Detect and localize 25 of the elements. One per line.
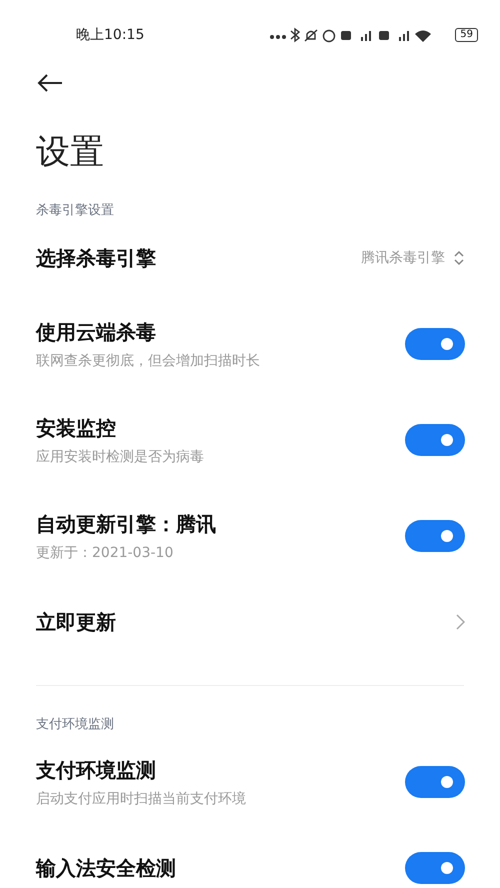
setting-description: 联网查杀更彻底，但会增加扫描时长 xyxy=(36,352,260,370)
toggle-switch[interactable] xyxy=(405,766,465,798)
section-label: 杀毒引擎设置 xyxy=(36,202,115,220)
setting-title: 安装监控 xyxy=(36,414,117,442)
setting-title: 使用云端杀毒 xyxy=(36,318,157,346)
toggle-switch[interactable] xyxy=(405,852,465,884)
setting-title: 输入法安全检测 xyxy=(36,854,176,882)
engine-dropdown[interactable]: 腾讯杀毒引擎 xyxy=(361,249,445,267)
page-title: 设置 xyxy=(36,132,105,172)
toggle-switch[interactable] xyxy=(405,424,465,456)
up-down-chevron-icon[interactable] xyxy=(453,250,465,266)
setting-description: 更新于：2021-03-10 xyxy=(36,544,174,562)
battery-level: 59 xyxy=(455,28,478,42)
toggle-switch[interactable] xyxy=(405,328,465,360)
chevron-right-icon[interactable] xyxy=(456,614,465,630)
back-arrow-icon[interactable] xyxy=(37,74,63,92)
setting-title: 立即更新 xyxy=(36,608,116,636)
setting-title: 支付环境监测 xyxy=(36,756,157,784)
setting-title: 选择杀毒引擎 xyxy=(36,244,156,272)
status-time: 晚上10:15 xyxy=(76,26,144,44)
section-label: 支付环境监测 xyxy=(36,716,115,734)
setting-description: 应用安装时检测是否为病毒 xyxy=(36,448,204,466)
setting-description: 启动支付应用时扫描当前支付环境 xyxy=(36,790,246,808)
setting-title: 自动更新引擎：腾讯 xyxy=(36,510,216,538)
toggle-switch[interactable] xyxy=(405,520,465,552)
